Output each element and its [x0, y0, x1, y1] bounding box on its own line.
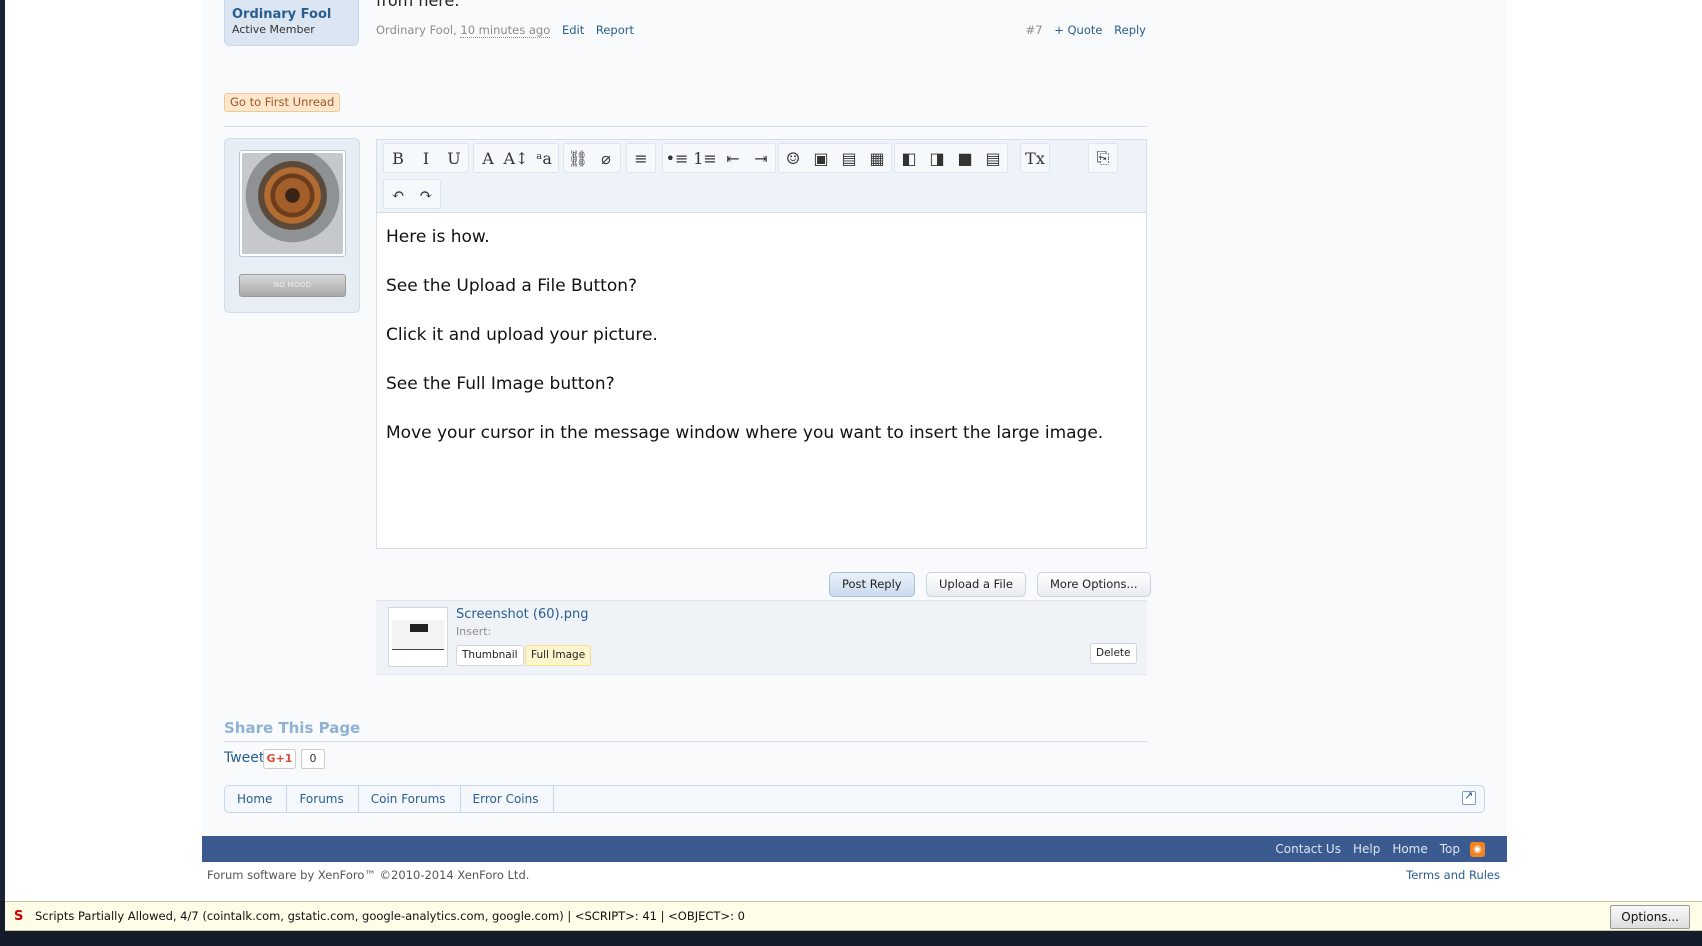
- tweet-button[interactable]: Tweet: [224, 750, 264, 766]
- toolbar-group: •≡ 1≡ ⇤ ⇥: [662, 143, 776, 173]
- message-body[interactable]: Here is how. See the Upload a File Butto…: [377, 213, 1146, 482]
- toolbar-group: ☺ ▣ ▤ ▦: [778, 143, 892, 173]
- terms-link[interactable]: Terms and Rules: [1406, 868, 1500, 882]
- redo-icon[interactable]: ↷: [412, 180, 440, 208]
- post-reply-button[interactable]: Post Reply: [829, 572, 915, 597]
- font-family-icon[interactable]: ᵃa: [530, 144, 558, 172]
- home-link[interactable]: Home: [1392, 842, 1427, 856]
- edit-link[interactable]: Edit: [562, 23, 584, 37]
- insert-full-image-button[interactable]: Full Image: [525, 645, 592, 666]
- message-editor: B I U A A↕ ᵃa ⛓ ⌀ ≡ •≡ 1≡ ⇤ ⇥ ☺ ▣ ▤ ▦ ◧ ◨ ■ ▤ Tx ⎘ ↶ ↷ Here is h…: [376, 139, 1147, 549]
- undo-icon[interactable]: ↶: [384, 180, 412, 208]
- upload-file-button[interactable]: Upload a File: [926, 572, 1026, 597]
- attachment-item: Screenshot (60).png Insert: Thumbnail Fu…: [376, 600, 1147, 675]
- previous-post-author[interactable]: Ordinary Fool,: [376, 23, 457, 37]
- remove-format-icon[interactable]: Tx: [1021, 144, 1049, 172]
- thumbnail-image: [392, 620, 444, 650]
- google-plus-button[interactable]: G+1: [263, 749, 296, 769]
- attachment-filename[interactable]: Screenshot (60).png: [456, 607, 588, 622]
- help-link[interactable]: Help: [1353, 842, 1380, 856]
- text-color-icon[interactable]: A: [474, 144, 502, 172]
- top-link[interactable]: Top: [1440, 842, 1460, 856]
- toolbar-group: Tx: [1020, 143, 1050, 173]
- toolbar-group: ↶ ↷: [383, 179, 441, 209]
- go-to-first-unread-button[interactable]: Go to First Unread: [224, 93, 341, 112]
- toggle-bbcode-icon[interactable]: ⎘: [1089, 144, 1117, 172]
- rss-icon[interactable]: ◉: [1470, 841, 1485, 857]
- align-icon[interactable]: ≡: [627, 144, 655, 172]
- delete-attachment-button[interactable]: Delete: [1090, 643, 1137, 664]
- italic-icon[interactable]: I: [412, 144, 440, 172]
- toolbar-group: ⎘: [1088, 143, 1118, 173]
- divider: [224, 741, 1147, 742]
- previous-post-userinfo: Ordinary Fool Active Member: [224, 0, 359, 46]
- footer-links: Contact Us Help Home Top ◉: [1263, 836, 1485, 862]
- bold-icon[interactable]: B: [384, 144, 412, 172]
- footer-bar: Contact Us Help Home Top ◉: [202, 836, 1507, 862]
- google-plus-count: 0: [301, 749, 325, 769]
- number-list-icon[interactable]: 1≡: [691, 144, 719, 172]
- noscript-status: Scripts Partially Allowed, 4/7 (cointalk…: [35, 909, 745, 923]
- copyright: Forum software by XenForo™ ©2010-2014 Xe…: [207, 868, 530, 882]
- previous-post-time[interactable]: 10 minutes ago: [460, 23, 551, 38]
- attachment-thumbnail[interactable]: [388, 607, 448, 667]
- previous-post-meta: Ordinary Fool, 10 minutes ago Edit Repor…: [376, 23, 634, 38]
- avatar[interactable]: [239, 150, 346, 257]
- camera-icon[interactable]: ■: [951, 144, 979, 172]
- noscript-icon[interactable]: S: [14, 910, 28, 924]
- editor-toolbar: B I U A A↕ ᵃa ⛓ ⌀ ≡ •≡ 1≡ ⇤ ⇥ ☺ ▣ ▤ ▦ ◧ ◨ ■ ▤ Tx ⎘ ↶ ↷: [377, 140, 1146, 213]
- breadcrumb-home[interactable]: Home: [225, 786, 288, 812]
- media-icon[interactable]: ▤: [835, 144, 863, 172]
- message-line: Click it and upload your picture.: [386, 325, 658, 345]
- bullet-list-icon[interactable]: •≡: [663, 144, 691, 172]
- breadcrumb-error-coins[interactable]: Error Coins: [461, 786, 554, 812]
- noscript-options-button[interactable]: Options...: [1610, 905, 1690, 929]
- outdent-icon[interactable]: ⇤: [719, 144, 747, 172]
- toolbar-group: A A↕ ᵃa: [473, 143, 559, 173]
- previous-post-text: from here.: [376, 0, 460, 10]
- message-line: See the Full Image button?: [386, 374, 615, 394]
- link-icon[interactable]: ⛓: [564, 144, 592, 172]
- window-edge: [0, 0, 5, 901]
- share-title: Share This Page: [224, 719, 361, 737]
- mood-badge[interactable]: NO MOOD: [239, 274, 346, 297]
- contact-us-link[interactable]: Contact Us: [1275, 842, 1341, 856]
- avatar-image: [242, 153, 343, 254]
- breadcrumb-coin-forums[interactable]: Coin Forums: [359, 786, 461, 812]
- toolbar-group: ◧ ◨ ■ ▤: [894, 143, 1008, 173]
- message-line: Move your cursor in the message window w…: [386, 423, 1104, 443]
- insert-label: Insert:: [456, 625, 492, 638]
- noscript-bar: S Scripts Partially Allowed, 4/7 (cointa…: [5, 901, 1702, 931]
- quote-link[interactable]: + Quote: [1054, 23, 1102, 37]
- previous-post-controls: #7 + Quote Reply: [1026, 23, 1146, 37]
- font-size-icon[interactable]: A↕: [502, 144, 530, 172]
- divider: [224, 126, 1147, 127]
- toolbar-group: ≡: [626, 143, 656, 173]
- message-line: See the Upload a File Button?: [386, 276, 638, 296]
- report-link[interactable]: Report: [596, 23, 634, 37]
- toolbar-group: BIU: [383, 143, 469, 173]
- unlink-icon[interactable]: ⌀: [592, 144, 620, 172]
- breadcrumb-forums[interactable]: Forums: [287, 786, 359, 812]
- insert-icon[interactable]: ▦: [863, 144, 891, 172]
- more-options-button[interactable]: More Options...: [1037, 572, 1151, 597]
- image-icon[interactable]: ▣: [807, 144, 835, 172]
- float-left-icon[interactable]: ◧: [895, 144, 923, 172]
- jump-to-icon[interactable]: [1462, 789, 1476, 805]
- smilie-icon[interactable]: ☺: [779, 144, 807, 172]
- previous-post-username[interactable]: Ordinary Fool: [232, 6, 351, 23]
- breadcrumb: Home Forums Coin Forums Error Coins: [224, 785, 1485, 813]
- save-draft-icon[interactable]: ▤: [979, 144, 1007, 172]
- toolbar-group: ⛓ ⌀: [563, 143, 621, 173]
- quick-reply-userinfo: NO MOOD: [224, 138, 360, 313]
- previous-post-usertitle: Active Member: [232, 23, 315, 36]
- underline-icon[interactable]: U: [440, 144, 468, 172]
- insert-thumbnail-button[interactable]: Thumbnail: [456, 645, 524, 666]
- indent-icon[interactable]: ⇥: [747, 144, 775, 172]
- message-line: Here is how.: [386, 227, 490, 247]
- post-number[interactable]: #7: [1026, 23, 1043, 37]
- float-right-icon[interactable]: ◨: [923, 144, 951, 172]
- reply-link[interactable]: Reply: [1114, 23, 1146, 37]
